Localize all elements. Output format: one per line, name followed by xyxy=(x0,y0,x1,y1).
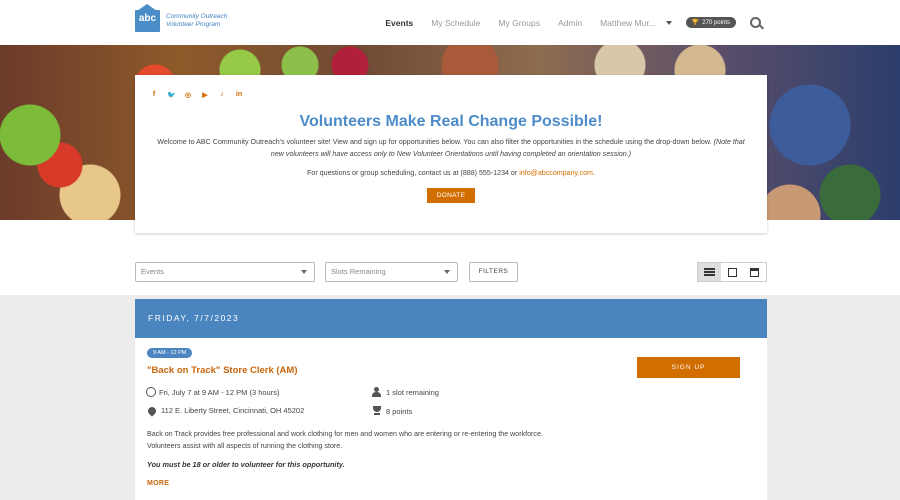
chevron-down-icon xyxy=(301,270,307,274)
welcome-card: f 🐦 ◎ ▶ ♪ in Volunteers Make Real Change… xyxy=(135,75,767,233)
person-icon xyxy=(372,387,381,397)
map-pin-icon xyxy=(146,404,158,417)
main-nav: Events My Schedule My Groups Admin Matth… xyxy=(385,0,900,45)
logo-mark: abc xyxy=(135,4,160,32)
view-toggle xyxy=(697,262,767,282)
nav-my-groups[interactable]: My Groups xyxy=(498,18,540,28)
points-badge[interactable]: 🏆 270 points xyxy=(685,17,736,28)
event-address-text: 112 E. Liberty Street, Cincinnati, OH 45… xyxy=(161,406,305,415)
user-name: Matthew Mur... xyxy=(600,17,656,28)
event-description: Back on Track provides free professional… xyxy=(147,430,543,450)
nav-my-schedule[interactable]: My Schedule xyxy=(431,18,480,28)
slots-select[interactable]: Slots Remaining xyxy=(325,262,458,282)
twitter-icon[interactable]: 🐦 xyxy=(167,91,176,99)
calendar-view-icon xyxy=(750,267,760,277)
event-slots: 1 slot remaining xyxy=(372,387,439,397)
sign-up-button[interactable]: SIGN UP xyxy=(637,357,740,378)
time-badge: 9 AM - 12 PM xyxy=(147,348,193,358)
contact-text: For questions or group scheduling, conta… xyxy=(135,169,767,177)
youtube-icon[interactable]: ▶ xyxy=(201,91,209,99)
welcome-intro: Welcome to ABC Community Outreach's volu… xyxy=(157,138,712,146)
social-links: f 🐦 ◎ ▶ ♪ in xyxy=(150,91,252,99)
nav-events[interactable]: Events xyxy=(385,18,413,28)
event-points-text: 8 points xyxy=(386,406,413,416)
map-view-button[interactable] xyxy=(721,263,744,281)
facebook-icon[interactable]: f xyxy=(150,91,158,99)
contact-email-link[interactable]: info@abccompany.com xyxy=(519,169,593,177)
calendar-view-button[interactable] xyxy=(743,263,766,281)
list-view-button[interactable] xyxy=(698,263,721,281)
donate-button[interactable]: DONATE xyxy=(427,188,475,203)
slots-select-value: Slots Remaining xyxy=(331,267,386,276)
logo[interactable]: abc Community Outreach Volunteer Program xyxy=(135,4,227,32)
map-view-icon xyxy=(727,267,737,277)
filters-button[interactable]: FILTERS xyxy=(469,262,518,282)
welcome-text: Welcome to ABC Community Outreach's volu… xyxy=(153,137,749,160)
event-title[interactable]: "Back on Track" Store Clerk (AM) xyxy=(147,365,298,376)
contact-prefix: For questions or group scheduling, conta… xyxy=(307,169,520,177)
event-age-note: You must be 18 or older to volunteer for… xyxy=(147,460,345,469)
chevron-down-icon xyxy=(444,270,450,274)
event-address: 112 E. Liberty Street, Cincinnati, OH 45… xyxy=(146,404,305,417)
points-label: 270 points xyxy=(702,19,730,26)
event-datetime: Fri, July 7 at 9 AM - 12 PM (3 hours) xyxy=(146,387,279,397)
logo-text: Community Outreach Volunteer Program xyxy=(166,13,227,29)
day-header: FRIDAY, 7/7/2023 xyxy=(135,299,767,338)
tiktok-icon[interactable]: ♪ xyxy=(218,91,226,99)
instagram-icon[interactable]: ◎ xyxy=(184,91,192,99)
trophy-icon xyxy=(372,406,382,416)
contact-suffix: . xyxy=(592,169,595,177)
logo-mark-text: abc xyxy=(138,13,157,24)
linkedin-icon[interactable]: in xyxy=(235,91,243,99)
more-link[interactable]: MORE xyxy=(147,480,169,487)
filter-bar: Events Slots Remaining FILTERS xyxy=(135,262,767,282)
event-card: 9 AM - 12 PM "Back on Track" Store Clerk… xyxy=(135,338,767,500)
events-select-value: Events xyxy=(141,267,164,276)
user-menu[interactable]: Matthew Mur... xyxy=(600,18,672,28)
search-icon[interactable] xyxy=(750,17,761,28)
trophy-icon: 🏆 xyxy=(691,20,700,26)
events-select[interactable]: Events xyxy=(135,262,315,282)
logo-line-1: Community Outreach xyxy=(166,13,228,20)
event-datetime-text: Fri, July 7 at 9 AM - 12 PM (3 hours) xyxy=(159,387,280,397)
chevron-down-icon xyxy=(665,20,672,25)
nav-admin[interactable]: Admin xyxy=(558,18,582,28)
clock-icon xyxy=(146,387,156,397)
event-slots-text: 1 slot remaining xyxy=(386,387,439,397)
event-points: 8 points xyxy=(372,406,412,416)
logo-line-2: Volunteer Program xyxy=(166,21,221,28)
list-view-icon xyxy=(703,268,715,276)
top-header: abc Community Outreach Volunteer Program… xyxy=(0,0,900,45)
page-title: Volunteers Make Real Change Possible! xyxy=(299,113,603,130)
